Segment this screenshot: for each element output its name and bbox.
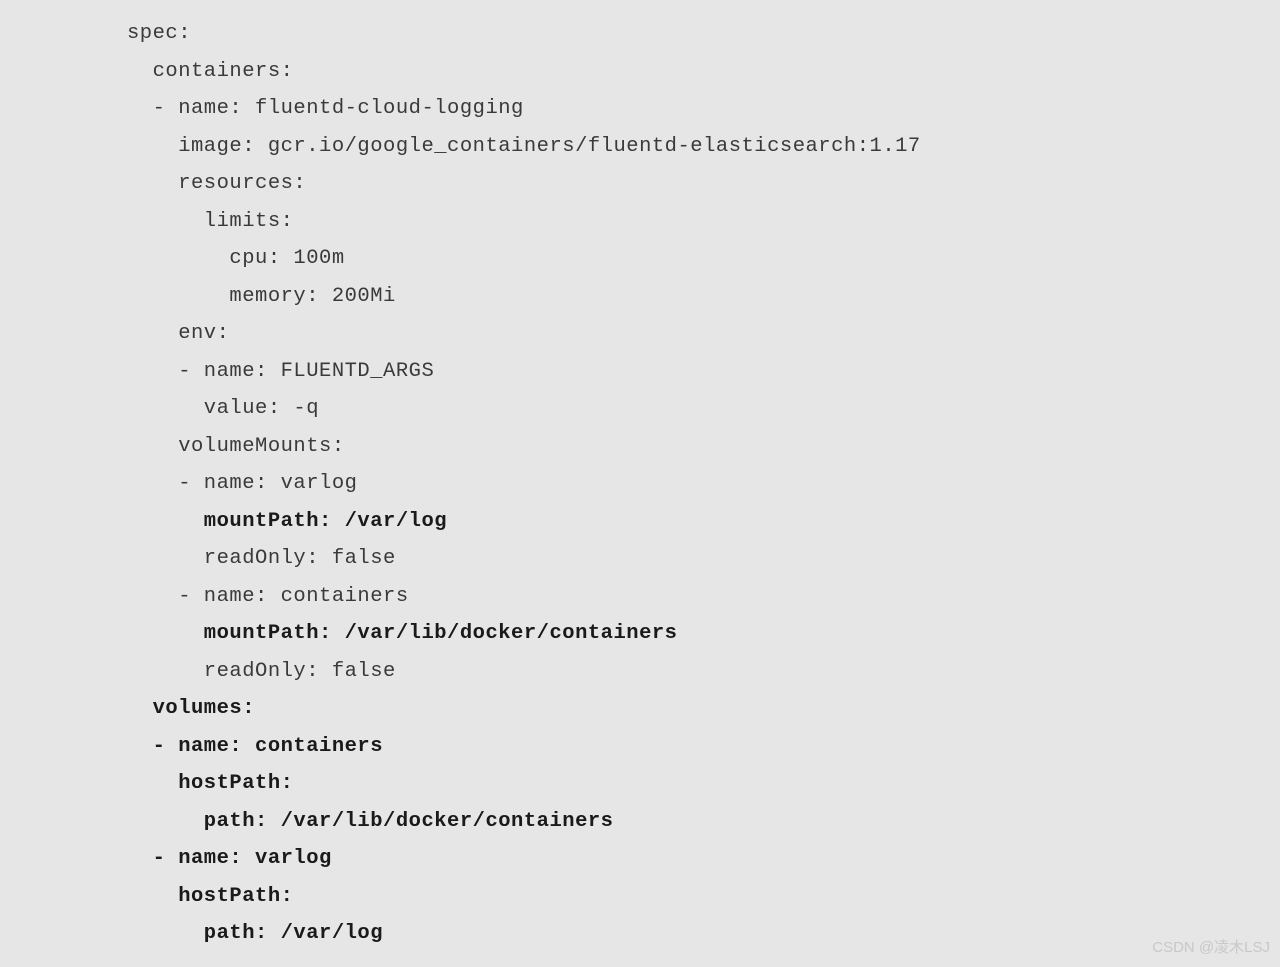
code-line: limits: (127, 210, 293, 233)
code-line: readOnly: false (127, 660, 396, 683)
code-line: volumeMounts: (127, 435, 345, 458)
code-line: env: (127, 322, 229, 345)
watermark-text: CSDN @凌木LSJ (1152, 934, 1270, 961)
code-line: - name: fluentd-cloud-logging (127, 97, 524, 120)
code-line-bold: - name: varlog (127, 847, 332, 870)
code-line-bold: hostPath: (127, 772, 293, 795)
code-line: - name: FLUENTD_ARGS (127, 360, 434, 383)
code-line: spec: (127, 22, 191, 45)
yaml-code-block: spec: containers: - name: fluentd-cloud-… (0, 15, 1280, 953)
code-line-bold: volumes: (127, 697, 255, 720)
code-line: readOnly: false (127, 547, 396, 570)
code-line-bold: path: /var/log (127, 922, 383, 945)
code-line-bold: hostPath: (127, 885, 293, 908)
code-line-bold: mountPath: /var/log (127, 510, 447, 533)
code-line-bold: path: /var/lib/docker/containers (127, 810, 613, 833)
code-line: - name: varlog (127, 472, 357, 495)
code-line: image: gcr.io/google_containers/fluentd-… (127, 135, 921, 158)
code-line: - name: containers (127, 585, 409, 608)
code-line: resources: (127, 172, 306, 195)
code-line: memory: 200Mi (127, 285, 396, 308)
code-line-bold: - name: containers (127, 735, 383, 758)
code-line-bold: mountPath: /var/lib/docker/containers (127, 622, 678, 645)
code-line: value: -q (127, 397, 319, 420)
code-line: containers: (127, 60, 293, 83)
code-line: cpu: 100m (127, 247, 345, 270)
